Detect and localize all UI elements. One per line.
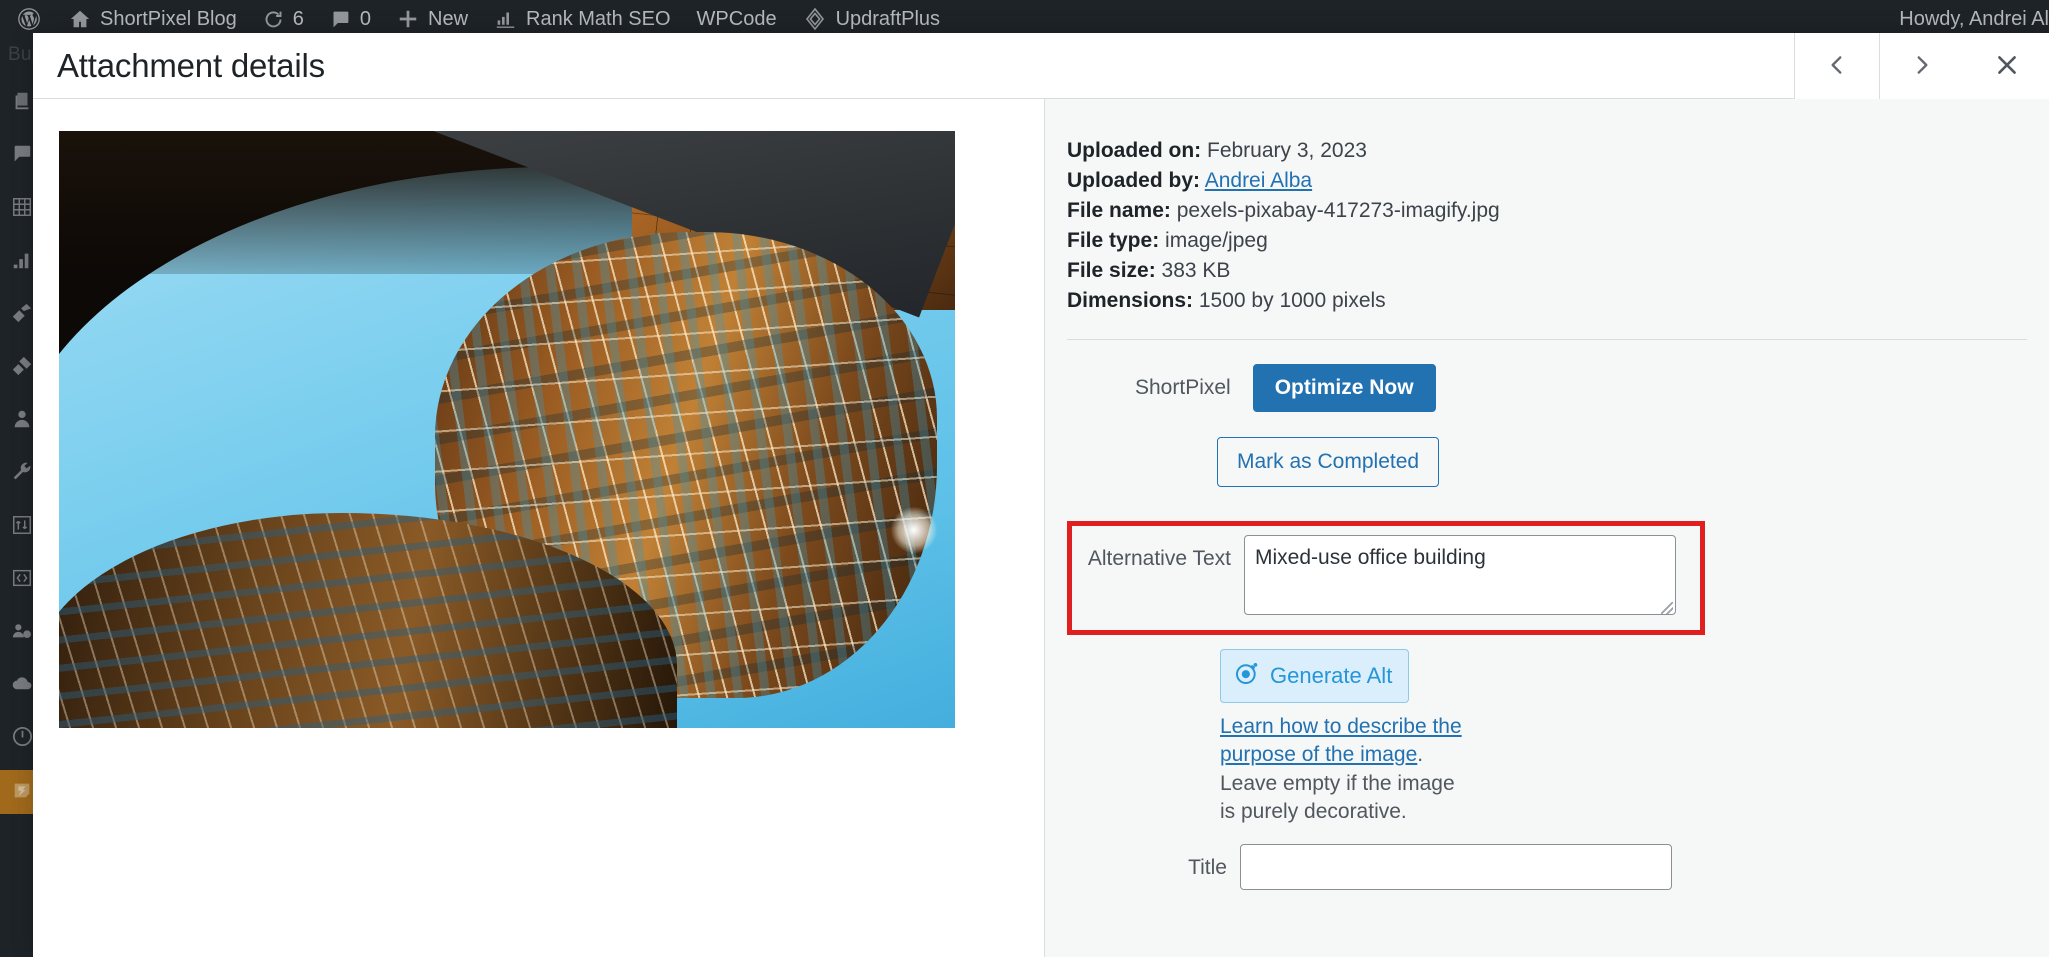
home-icon <box>69 8 91 30</box>
meta-row-file-name: File name: pexels-pixabay-417273-imagify… <box>1067 197 2009 225</box>
alternative-text-help: Learn how to describe the purpose of the… <box>1045 703 1465 827</box>
power-icon <box>11 725 34 753</box>
admin-bar-label-site-name: ShortPixel Blog <box>100 7 237 30</box>
meta-value-dimensions: 1500 by 1000 pixels <box>1198 288 1386 312</box>
generate-alt-row: Generate Alt <box>1045 635 2049 703</box>
mark-as-completed-button[interactable]: Mark as Completed <box>1217 436 1440 487</box>
wordpress-media-modal-screen: ShortPixel Blog 6 0 New Rank Math SEO WP… <box>0 0 2049 957</box>
meta-row-dimensions: Dimensions: 1500 by 1000 pixels <box>1067 287 2009 315</box>
image-sun-glare <box>891 507 938 554</box>
admin-bar-label-wpcode: WPCode <box>696 7 777 30</box>
attachment-image <box>59 131 955 728</box>
alternative-text-highlight-box: Alternative Text <box>1067 520 1705 635</box>
close-modal-button[interactable] <box>1964 33 2049 99</box>
rank-math-icon <box>494 9 517 30</box>
meta-label-uploaded-by: Uploaded by: <box>1067 168 1201 192</box>
meta-row-uploaded-on: Uploaded on: February 3, 2023 <box>1067 137 2009 165</box>
meta-value-file-type: image/jpeg <box>1165 228 1268 252</box>
media-grid-icon <box>11 196 33 223</box>
meta-label-file-name: File name: <box>1067 198 1171 222</box>
admin-bar-label-rank-math: Rank Math SEO <box>526 7 671 30</box>
ai-badge-icon <box>1233 659 1261 693</box>
meta-row-file-type: File type: image/jpeg <box>1067 227 2009 255</box>
admin-bar-label-updraftplus: UpdraftPlus <box>835 7 941 30</box>
pages-icon <box>11 90 33 117</box>
modal-header-buttons <box>1794 33 2049 99</box>
shortpixel-row: ShortPixel Optimize Now <box>1045 340 2049 412</box>
shortpixel-icon <box>11 779 33 806</box>
meta-label-uploaded-on: Uploaded on: <box>1067 139 1202 162</box>
describe-purpose-link[interactable]: Learn how to describe the purpose of the… <box>1220 715 1462 767</box>
cloud-icon <box>11 672 34 700</box>
optimize-now-button[interactable]: Optimize Now <box>1252 363 1436 412</box>
shortpixel-label: ShortPixel <box>1135 375 1231 399</box>
tools-wrench-icon <box>11 461 33 488</box>
meta-value-uploaded-on: February 3, 2023 <box>1207 139 1367 162</box>
meta-label-file-size: File size: <box>1067 258 1156 282</box>
admin-bar-howdy-label: Howdy, Andrei Al <box>1899 7 2049 30</box>
title-input[interactable] <box>1240 843 1672 890</box>
comments-icon <box>330 9 351 30</box>
media-preview-frame <box>33 99 1044 957</box>
appearance-brush-icon <box>11 302 33 329</box>
updraftplus-icon <box>803 7 827 31</box>
attachment-details-modal: Attachment details Uploaded on: February… <box>33 33 2049 957</box>
previous-attachment-button[interactable] <box>1794 33 1879 99</box>
admin-bar-label-updates: 6 <box>292 7 304 30</box>
user-settings-icon <box>11 620 33 647</box>
attachment-metadata: Uploaded on: February 3, 2023 Uploaded b… <box>1045 137 2049 315</box>
plugins-plug-icon <box>11 355 33 382</box>
settings-icon <box>11 514 33 541</box>
generate-alt-label: Generate Alt <box>1270 662 1393 688</box>
next-attachment-button[interactable] <box>1879 33 1964 99</box>
close-icon <box>1994 52 2020 81</box>
meta-label-file-type: File type: <box>1067 228 1160 252</box>
attachment-details-sidebar: Uploaded on: February 3, 2023 Uploaded b… <box>1044 99 2049 957</box>
comments-icon <box>11 143 33 170</box>
alternative-text-label: Alternative Text <box>1087 546 1231 570</box>
admin-bar-label-new: New <box>428 7 469 30</box>
analytics-icon <box>11 249 33 276</box>
alternative-text-input-wrap <box>1244 534 1676 620</box>
alternative-text-input[interactable] <box>1244 534 1676 615</box>
chevron-left-icon <box>1824 52 1850 81</box>
chevron-right-icon <box>1909 52 1935 81</box>
wordpress-logo-icon <box>16 6 42 32</box>
users-icon <box>11 408 33 435</box>
meta-row-file-size: File size: 383 KB <box>1067 257 2009 285</box>
modal-header: Attachment details <box>33 33 2049 99</box>
title-field-label: Title <box>1188 855 1227 879</box>
updates-icon <box>263 9 284 30</box>
page-title: Attachment details <box>57 46 325 84</box>
meta-label-dimensions: Dimensions: <box>1067 288 1194 312</box>
plus-icon <box>397 8 419 30</box>
generate-alt-button[interactable]: Generate Alt <box>1220 648 1410 703</box>
image-lower-building <box>59 513 678 728</box>
mark-completed-row: Mark as Completed <box>1045 412 2049 487</box>
admin-bar-label-comments: 0 <box>359 7 371 30</box>
code-icon <box>11 567 33 594</box>
meta-value-file-size: 383 KB <box>1161 258 1231 282</box>
title-field-row: Title <box>1045 827 2049 890</box>
modal-body: Uploaded on: February 3, 2023 Uploaded b… <box>33 99 2049 957</box>
meta-row-uploaded-by: Uploaded by: Andrei Alba <box>1067 167 2009 195</box>
meta-value-uploaded-by-link[interactable]: Andrei Alba <box>1205 169 1312 192</box>
meta-value-file-name: pexels-pixabay-417273-imagify.jpg <box>1176 198 1500 222</box>
